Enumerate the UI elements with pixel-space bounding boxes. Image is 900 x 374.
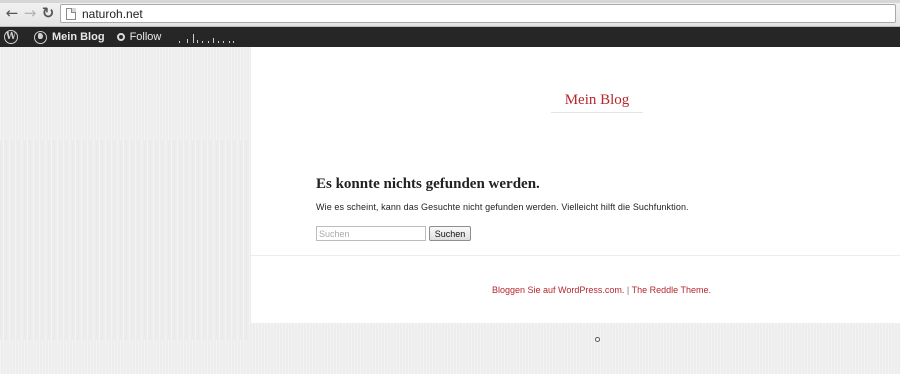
admin-bar: W Mein Blog Follow xyxy=(0,27,900,47)
footer: Bloggen Sie auf WordPress.com. | The Red… xyxy=(492,285,711,295)
forward-button[interactable]: → xyxy=(22,5,38,21)
title-divider xyxy=(551,112,643,113)
follow-icon xyxy=(116,33,125,41)
reload-button[interactable]: ↻ xyxy=(40,5,56,21)
site-title[interactable]: Mein Blog xyxy=(551,92,643,109)
my-blog-link[interactable]: Mein Blog xyxy=(52,31,105,43)
page-icon xyxy=(66,7,76,20)
browser-toolbar: ← → ↻ naturoh.net xyxy=(0,0,900,27)
wordpress-link[interactable]: Bloggen Sie auf WordPress.com. xyxy=(492,285,624,295)
tab-strip-edge xyxy=(0,0,900,3)
footer-separator: | xyxy=(624,285,632,295)
url-text: naturoh.net xyxy=(82,6,143,21)
follow-button[interactable]: Follow xyxy=(116,31,162,43)
content-panel: Mein Blog Es konnte nichts gefunden werd… xyxy=(251,47,900,323)
search-button[interactable]: Suchen xyxy=(429,226,471,241)
footer-divider xyxy=(251,255,900,256)
search-input[interactable] xyxy=(316,226,426,241)
not-found-message: Wie es scheint, kann das Gesuchte nicht … xyxy=(316,202,689,212)
globe-icon xyxy=(34,30,47,44)
arrow-left-icon: ← xyxy=(5,4,19,22)
theme-link[interactable]: The Reddle Theme. xyxy=(632,285,711,295)
arrow-right-icon: → xyxy=(23,4,37,22)
reload-icon: ↻ xyxy=(41,4,55,22)
stats-sparkline-icon[interactable] xyxy=(175,31,237,43)
background-pattern xyxy=(0,140,250,340)
follow-label: Follow xyxy=(129,31,162,43)
page-heading: Es konnte nichts gefunden werden. xyxy=(316,176,540,192)
wordpress-logo-icon[interactable]: W xyxy=(4,30,18,44)
back-button[interactable]: ← xyxy=(4,5,20,21)
mouse-cursor xyxy=(595,337,600,342)
address-bar[interactable]: naturoh.net xyxy=(60,4,896,23)
